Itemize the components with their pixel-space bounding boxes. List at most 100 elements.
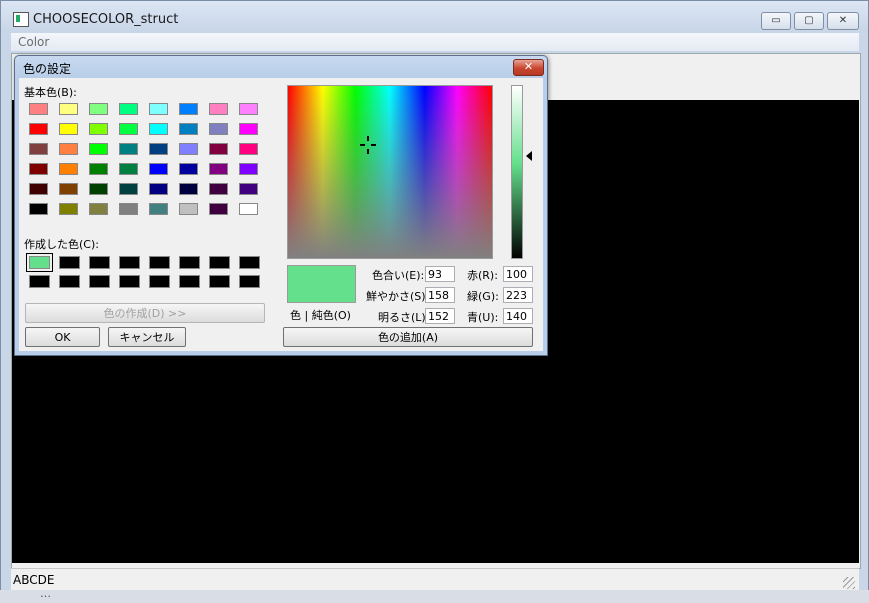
basic-color-swatch[interactable] — [179, 203, 198, 215]
crosshair-segment — [367, 149, 369, 154]
basic-color-swatch[interactable] — [209, 103, 228, 115]
custom-color-swatch[interactable] — [26, 253, 53, 272]
color-solid-label: 色 | 純色(O) — [290, 309, 351, 322]
basic-color-swatch[interactable] — [149, 143, 168, 155]
basic-color-swatch[interactable] — [29, 123, 48, 135]
status-text: ABCDE — [13, 573, 55, 587]
basic-color-swatch[interactable] — [209, 123, 228, 135]
custom-color-swatch[interactable] — [239, 256, 260, 269]
basic-color-swatch[interactable] — [179, 123, 198, 135]
custom-color-swatch[interactable] — [119, 256, 140, 269]
dialog-body: 基本色(B): 作成した色(C): 色の作成(D) >> OK キャンセル 色 … — [19, 78, 543, 351]
basic-color-swatch[interactable] — [239, 163, 258, 175]
basic-color-swatch[interactable] — [149, 183, 168, 195]
basic-color-swatch[interactable] — [149, 163, 168, 175]
custom-color-swatch[interactable] — [59, 275, 80, 288]
blue-field[interactable]: 140 — [503, 308, 533, 324]
basic-color-swatch[interactable] — [29, 143, 48, 155]
custom-color-swatch[interactable] — [149, 256, 170, 269]
luminance-slider[interactable] — [511, 85, 523, 259]
restore-button[interactable]: ▢ — [794, 12, 824, 30]
luminance-arrow-icon[interactable] — [526, 150, 532, 161]
basic-color-swatch[interactable] — [119, 103, 138, 115]
crosshair-segment — [371, 144, 376, 146]
custom-color-swatch[interactable] — [239, 275, 260, 288]
app-icon — [13, 12, 29, 27]
custom-color-swatch[interactable] — [179, 275, 200, 288]
basic-color-swatch[interactable] — [89, 103, 108, 115]
dialog-close-button[interactable]: ✕ — [513, 59, 544, 76]
custom-color-swatch[interactable] — [149, 275, 170, 288]
basic-color-swatch[interactable] — [59, 163, 78, 175]
custom-color-swatch[interactable] — [209, 256, 230, 269]
basic-color-swatch[interactable] — [149, 123, 168, 135]
green-field[interactable]: 223 — [503, 287, 533, 303]
basic-color-swatch[interactable] — [89, 163, 108, 175]
basic-color-swatch[interactable] — [89, 183, 108, 195]
minimize-button[interactable]: ▭ — [761, 12, 791, 30]
status-bar: ABCDE — [11, 568, 859, 591]
basic-color-swatch[interactable] — [89, 203, 108, 215]
custom-color-swatch[interactable] — [119, 275, 140, 288]
background-text: … — [40, 590, 52, 600]
basic-color-swatch[interactable] — [119, 123, 138, 135]
basic-color-swatch[interactable] — [29, 203, 48, 215]
basic-color-swatch[interactable] — [59, 103, 78, 115]
basic-color-swatch[interactable] — [239, 103, 258, 115]
close-button[interactable]: ✕ — [827, 12, 859, 30]
basic-color-swatch[interactable] — [59, 143, 78, 155]
basic-color-swatch[interactable] — [239, 143, 258, 155]
custom-colors-label: 作成した色(C): — [24, 238, 99, 251]
saturation-field[interactable]: 158 — [425, 287, 455, 303]
basic-color-swatch[interactable] — [59, 123, 78, 135]
basic-color-swatch[interactable] — [179, 183, 198, 195]
basic-color-swatch[interactable] — [29, 103, 48, 115]
basic-color-swatch[interactable] — [209, 183, 228, 195]
add-to-custom-colors-button[interactable]: 色の追加(A) — [283, 327, 533, 347]
basic-color-swatch[interactable] — [179, 143, 198, 155]
basic-color-swatch[interactable] — [29, 163, 48, 175]
menu-item-color[interactable]: Color — [18, 35, 49, 49]
dialog-title: 色の設定 — [23, 62, 72, 76]
green-label: 緑(G): — [467, 290, 499, 303]
crosshair-segment — [367, 136, 369, 141]
basic-color-swatch[interactable] — [239, 123, 258, 135]
basic-color-swatch[interactable] — [239, 203, 258, 215]
custom-color-swatch[interactable] — [209, 275, 230, 288]
basic-color-swatch[interactable] — [59, 203, 78, 215]
basic-color-swatch[interactable] — [209, 163, 228, 175]
cancel-button[interactable]: キャンセル — [108, 327, 186, 347]
define-custom-colors-button[interactable]: 色の作成(D) >> — [25, 303, 265, 323]
ok-button[interactable]: OK — [25, 327, 100, 347]
window-title: CHOOSECOLOR_struct — [33, 12, 179, 27]
basic-color-swatch[interactable] — [149, 203, 168, 215]
hue-field[interactable]: 93 — [425, 266, 455, 282]
custom-color-swatch[interactable] — [89, 256, 110, 269]
custom-color-swatch[interactable] — [89, 275, 110, 288]
basic-color-swatch[interactable] — [209, 203, 228, 215]
luminance-label: 明るさ(L): — [378, 311, 430, 324]
basic-color-swatch[interactable] — [179, 103, 198, 115]
basic-color-swatch[interactable] — [59, 183, 78, 195]
color-spectrum[interactable] — [287, 85, 493, 259]
basic-color-swatch[interactable] — [89, 123, 108, 135]
custom-color-swatch[interactable] — [59, 256, 80, 269]
resize-grip-icon[interactable] — [843, 577, 855, 589]
custom-color-swatch[interactable] — [179, 256, 200, 269]
basic-color-swatch[interactable] — [89, 143, 108, 155]
custom-color-swatch[interactable] — [29, 275, 50, 288]
menu-bar: Color — [11, 33, 859, 51]
basic-color-swatch[interactable] — [179, 163, 198, 175]
hue-label: 色合い(E): — [372, 269, 425, 282]
basic-color-swatch[interactable] — [209, 143, 228, 155]
basic-color-swatch[interactable] — [119, 163, 138, 175]
basic-color-swatch[interactable] — [29, 183, 48, 195]
basic-color-swatch[interactable] — [239, 183, 258, 195]
luminance-field[interactable]: 152 — [425, 308, 455, 324]
red-field[interactable]: 100 — [503, 266, 533, 282]
basic-color-swatch[interactable] — [119, 183, 138, 195]
basic-color-swatch[interactable] — [119, 143, 138, 155]
saturation-label: 鮮やかさ(S): — [366, 290, 430, 303]
basic-color-swatch[interactable] — [119, 203, 138, 215]
basic-color-swatch[interactable] — [149, 103, 168, 115]
